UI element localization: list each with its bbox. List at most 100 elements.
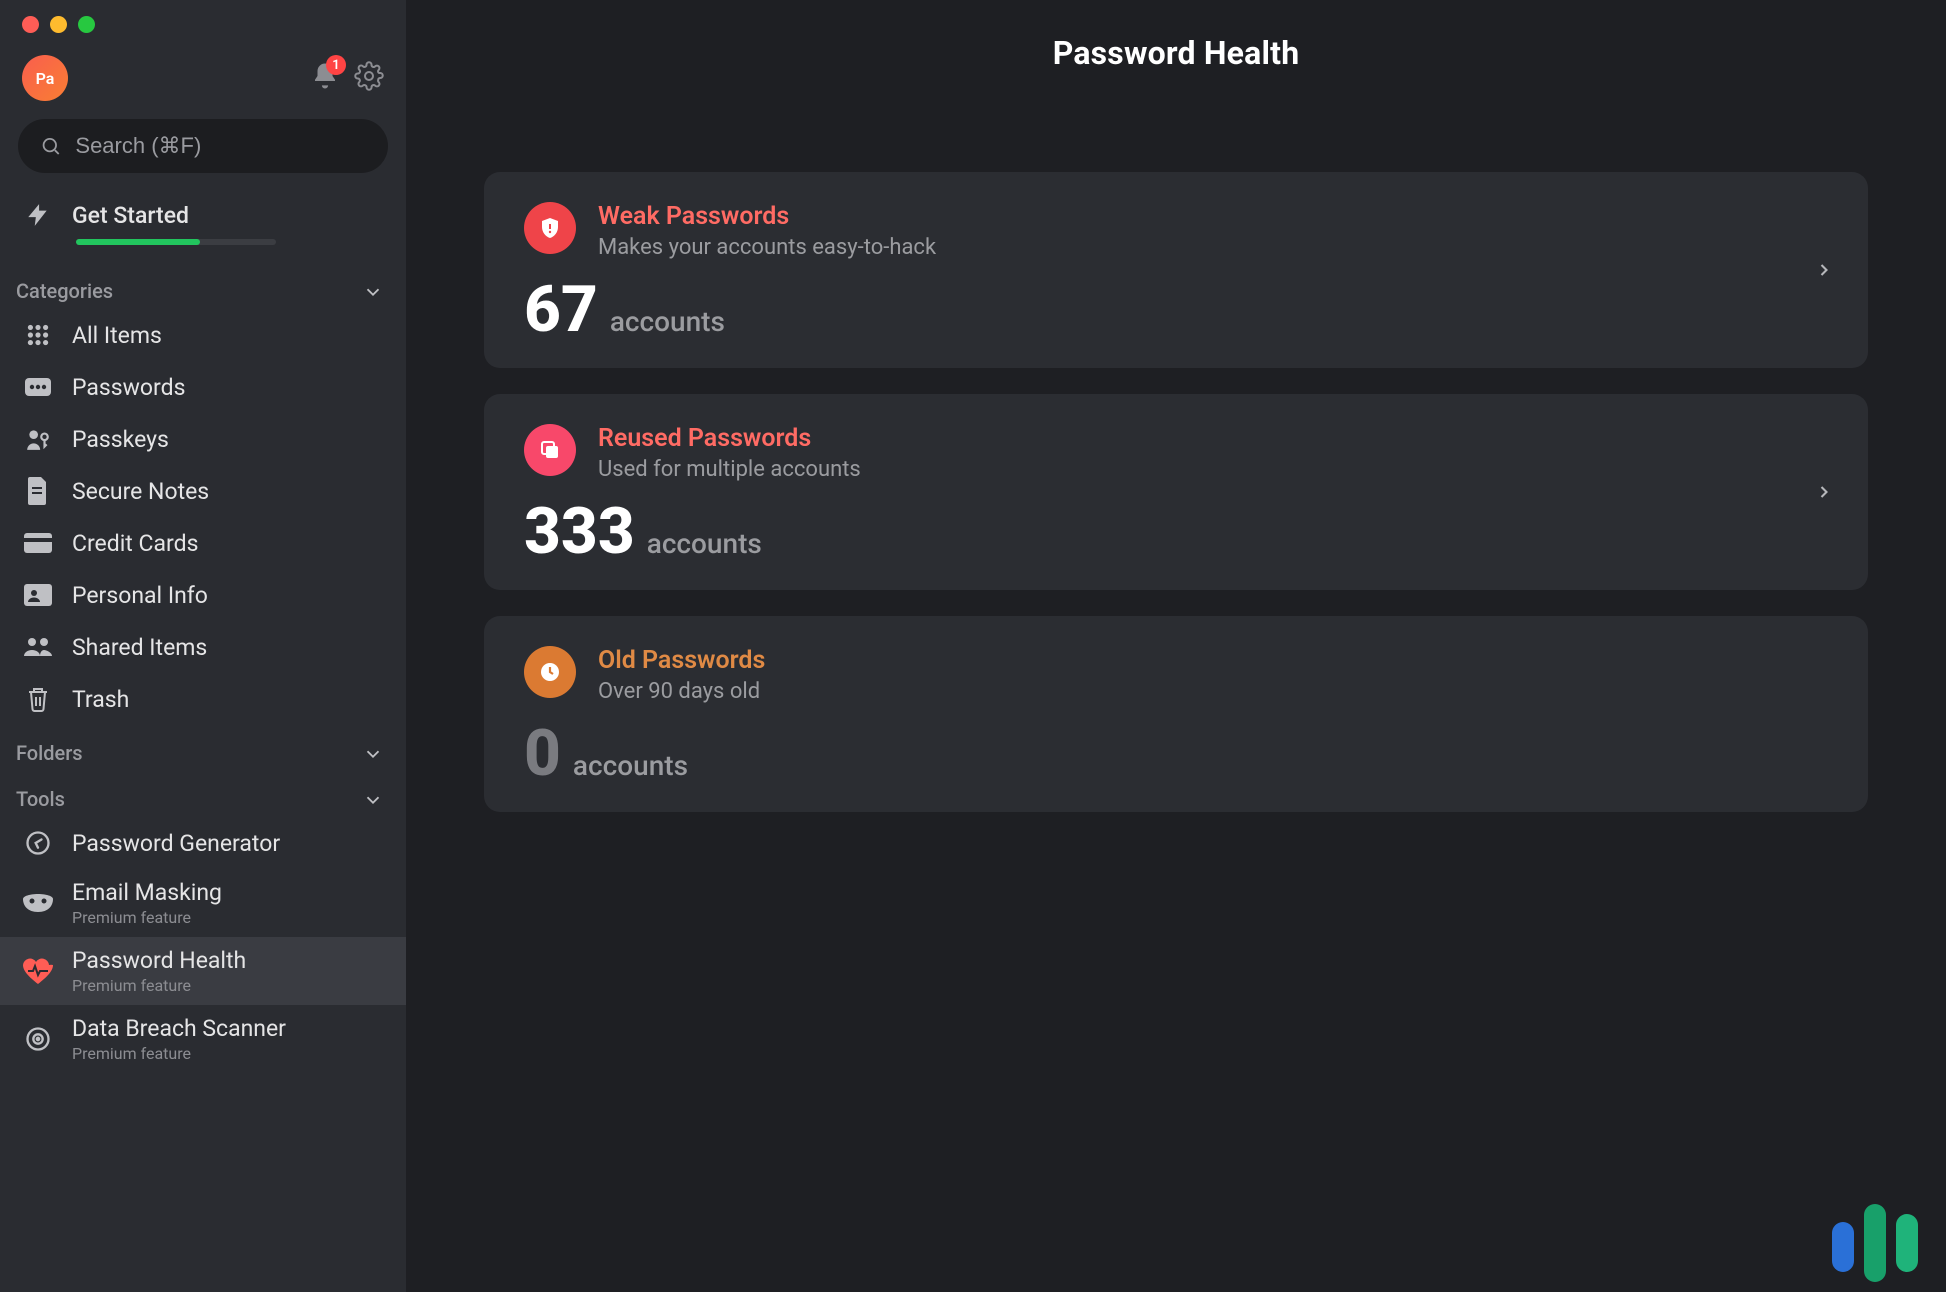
search-input[interactable] <box>75 133 366 159</box>
notifications-button[interactable]: 1 <box>310 61 340 95</box>
card-count-unit: accounts <box>647 527 762 560</box>
chevron-right-icon <box>1814 482 1834 502</box>
sidebar-item-credit-cards[interactable]: Credit Cards <box>0 517 406 569</box>
chevron-down-icon <box>362 281 384 303</box>
sidebar-top-row: Pa 1 <box>0 37 406 113</box>
card-count: 0 accounts <box>524 722 1828 786</box>
avatar[interactable]: Pa <box>22 55 68 101</box>
sidebar-item-sublabel: Premium feature <box>72 976 246 995</box>
sidebar-item-passwords[interactable]: Passwords <box>0 361 406 413</box>
card-header: Reused Passwords Used for multiple accou… <box>524 424 1828 482</box>
card-subtitle: Over 90 days old <box>598 679 765 704</box>
refresh-icon <box>22 827 54 859</box>
credit-card-icon <box>22 527 54 559</box>
sidebar-item-label: Password Generator <box>72 830 280 857</box>
card-count-unit: accounts <box>573 749 688 782</box>
card-count-number: 67 <box>524 278 598 342</box>
sidebar-item-sublabel: Premium feature <box>72 1044 286 1063</box>
sidebar-item-data-breach-scanner[interactable]: Data Breach Scanner Premium feature <box>0 1005 406 1073</box>
card-reused-passwords[interactable]: Reused Passwords Used for multiple accou… <box>484 394 1868 590</box>
copy-icon <box>524 424 576 476</box>
page-title: Password Health <box>406 34 1946 72</box>
sidebar-item-label: Shared Items <box>72 634 207 661</box>
card-weak-passwords[interactable]: Weak Passwords Makes your accounts easy-… <box>484 172 1868 368</box>
note-icon <box>22 475 54 507</box>
section-header-label: Tools <box>16 787 65 811</box>
card-title: Weak Passwords <box>598 202 936 231</box>
sidebar-item-label: Passkeys <box>72 426 169 453</box>
health-cards: Weak Passwords Makes your accounts easy-… <box>406 172 1946 812</box>
sidebar-item-password-generator[interactable]: Password Generator <box>0 817 406 869</box>
card-old-passwords[interactable]: Old Passwords Over 90 days old 0 account… <box>484 616 1868 812</box>
sidebar-item-all-items[interactable]: All Items <box>0 309 406 361</box>
sidebar-item-label: Credit Cards <box>72 530 198 557</box>
card-subtitle: Makes your accounts easy-to-hack <box>598 235 936 260</box>
section-header-tools[interactable]: Tools <box>0 771 406 817</box>
sidebar-item-label: Email Masking <box>72 879 222 906</box>
trash-icon <box>22 683 54 715</box>
sidebar-item-shared-items[interactable]: Shared Items <box>0 621 406 673</box>
sidebar-item-sublabel: Premium feature <box>72 908 222 927</box>
notifications-badge: 1 <box>326 55 346 75</box>
brand-logo <box>1832 1194 1918 1272</box>
main-panel: Password Health Weak Passwords Makes you… <box>406 0 1946 1292</box>
sidebar-item-passkeys[interactable]: Passkeys <box>0 413 406 465</box>
get-started-label: Get Started <box>72 202 189 229</box>
brand-bar-icon <box>1896 1214 1918 1272</box>
chevron-right-icon <box>1814 260 1834 280</box>
sidebar-item-label: Personal Info <box>72 582 208 609</box>
heartbeat-icon <box>22 955 54 987</box>
sidebar-item-label: Password Health <box>72 947 246 974</box>
section-header-label: Folders <box>16 741 83 765</box>
sidebar-item-secure-notes[interactable]: Secure Notes <box>0 465 406 517</box>
get-started-progress-fill <box>76 239 200 245</box>
shield-alert-icon <box>524 202 576 254</box>
password-icon <box>22 371 54 403</box>
sidebar-item-label: Passwords <box>72 374 185 401</box>
passkey-icon <box>22 423 54 455</box>
avatar-initials: Pa <box>36 69 55 88</box>
sidebar-item-personal-info[interactable]: Personal Info <box>0 569 406 621</box>
get-started-button[interactable]: Get Started <box>0 187 406 233</box>
clock-icon <box>524 646 576 698</box>
chevron-down-icon <box>362 743 384 765</box>
people-icon <box>22 631 54 663</box>
card-count-number: 333 <box>524 500 635 564</box>
brand-bar-icon <box>1832 1222 1854 1272</box>
gear-icon <box>354 61 384 91</box>
lightning-icon <box>22 199 54 231</box>
top-right-actions: 1 <box>310 61 384 95</box>
sidebar-item-label: Secure Notes <box>72 478 209 505</box>
card-title: Reused Passwords <box>598 424 861 453</box>
window-close-button[interactable] <box>22 16 39 33</box>
sidebar-item-email-masking[interactable]: Email Masking Premium feature <box>0 869 406 937</box>
search-input-wrapper[interactable] <box>18 119 388 173</box>
sidebar-item-trash[interactable]: Trash <box>0 673 406 725</box>
window-controls <box>0 0 406 37</box>
sidebar-item-password-health[interactable]: Password Health Premium feature <box>0 937 406 1005</box>
window-minimize-button[interactable] <box>50 16 67 33</box>
card-count: 67 accounts <box>524 278 1828 342</box>
card-title: Old Passwords <box>598 646 765 675</box>
card-header: Old Passwords Over 90 days old <box>524 646 1828 704</box>
sidebar-item-label: All Items <box>72 322 162 349</box>
person-card-icon <box>22 579 54 611</box>
window-maximize-button[interactable] <box>78 16 95 33</box>
settings-button[interactable] <box>354 61 384 95</box>
sidebar-item-label: Trash <box>72 686 129 713</box>
sidebar-item-label: Data Breach Scanner <box>72 1015 286 1042</box>
brand-bar-icon <box>1864 1204 1886 1282</box>
section-header-categories[interactable]: Categories <box>0 263 406 309</box>
search-icon <box>40 134 61 158</box>
card-subtitle: Used for multiple accounts <box>598 457 861 482</box>
get-started-progress <box>76 239 276 245</box>
section-header-folders[interactable]: Folders <box>0 725 406 771</box>
grid-icon <box>22 319 54 351</box>
sidebar: Pa 1 Get Started <box>0 0 406 1292</box>
section-header-label: Categories <box>16 279 113 303</box>
card-header: Weak Passwords Makes your accounts easy-… <box>524 202 1828 260</box>
target-icon <box>22 1023 54 1055</box>
mask-icon <box>22 887 54 919</box>
chevron-down-icon <box>362 789 384 811</box>
card-count: 333 accounts <box>524 500 1828 564</box>
